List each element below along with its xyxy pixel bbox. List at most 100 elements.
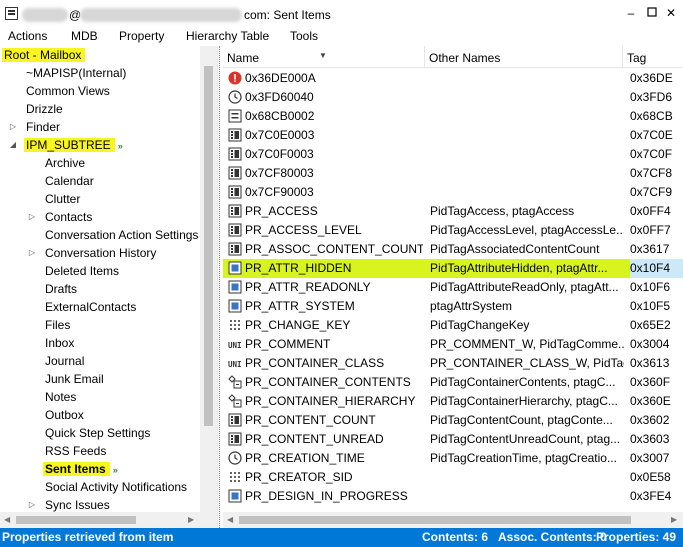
tree-item[interactable]: Sent Items» — [43, 460, 118, 478]
tree-item[interactable]: Contacts — [45, 208, 92, 226]
tree-item-label: Calendar — [45, 174, 94, 188]
cell-other-names: PidTagContainerContents, ptagC... — [430, 375, 616, 389]
tree-item[interactable]: Outbox — [45, 406, 84, 424]
table-row[interactable]: PR_CREATOR_SID 0x0E58 — [223, 468, 683, 487]
tree-item[interactable]: Drafts — [45, 280, 77, 298]
clock-icon — [228, 451, 242, 465]
cell-tag: 0x10F4 — [630, 259, 683, 278]
tree-item[interactable]: Clutter — [45, 190, 80, 208]
tree-item[interactable]: Deleted Items — [45, 262, 119, 280]
table-row[interactable]: 0x7C0F0003 0x7C0F — [223, 145, 683, 164]
sync-icon: » — [117, 141, 123, 151]
tree-root[interactable]: Root - Mailbox — [2, 46, 86, 64]
maximize-icon[interactable] — [645, 6, 659, 20]
list-hscroll-thumb[interactable] — [239, 516, 631, 524]
cell-name: PR_COMMENT — [245, 337, 331, 351]
expand-arrow-closed-icon[interactable]: ▷ — [8, 118, 18, 136]
table-row[interactable]: PR_CONTAINER_CONTENTS PidTagContainerCont… — [223, 373, 683, 392]
table-row[interactable]: PR_ACCESS_LEVEL PidTagAccessLevel, ptagAc… — [223, 221, 683, 240]
table-row[interactable]: 0x7CF80003 0x7CF8 — [223, 164, 683, 183]
tree-item[interactable]: Conversation Action Settings — [45, 226, 198, 244]
tree-item[interactable]: Notes — [45, 388, 76, 406]
tree-vscroll-thumb[interactable] — [204, 66, 213, 426]
cell-name: PR_ACCESS — [245, 204, 318, 218]
list-horizontal-scrollbar[interactable]: ◀ ▶ — [223, 512, 683, 528]
table-row[interactable]: 0x7C0E0003 0x7C0E — [223, 126, 683, 145]
tree-item[interactable]: Archive — [45, 154, 85, 172]
minimize-icon[interactable]: – — [624, 6, 638, 20]
tree-item[interactable]: Social Activity Notifications — [45, 478, 187, 496]
scroll-right-icon[interactable]: ▶ — [188, 515, 194, 524]
binary-dots-icon — [228, 318, 242, 332]
table-row[interactable]: PR_CREATION_TIME PidTagCreationTime, ptag… — [223, 449, 683, 468]
menu-hierarchy-table[interactable]: Hierarchy Table — [186, 29, 269, 43]
table-row[interactable]: 0x68CB0002 0x68CB — [223, 107, 683, 126]
table-row[interactable]: PR_ATTR_HIDDEN PidTagAttributeHidden, pta… — [223, 259, 683, 278]
menu-property[interactable]: Property — [119, 29, 164, 43]
menu-mdb[interactable]: MDB — [71, 29, 98, 43]
cell-name: 0x68CB0002 — [245, 109, 315, 123]
table-row[interactable]: 0x3FD60040 0x3FD6 — [223, 88, 683, 107]
tree-hscroll-thumb[interactable] — [16, 516, 136, 524]
table-row[interactable]: PR_CHANGE_KEY PidTagChangeKey 0x65E2 — [223, 316, 683, 335]
tree-vertical-scrollbar[interactable] — [200, 46, 217, 528]
column-header-other-names[interactable]: Other Names — [425, 46, 623, 68]
error-icon — [228, 71, 242, 85]
title-bar: @ com: Sent Items – ✕ — [0, 0, 683, 28]
table-row[interactable]: PR_ASSOC_CONTENT_COUNT PidTagAssociatedCo… — [223, 240, 683, 259]
cell-other-names: PR_CONTAINER_CLASS_W, PidTag... — [430, 356, 624, 370]
object-icon — [228, 375, 242, 389]
binary-icon — [228, 109, 242, 123]
cell-tag: 0x7C0F — [630, 147, 673, 161]
expand-arrow-closed-icon[interactable]: ▷ — [27, 244, 37, 262]
expand-arrow-closed-icon[interactable]: ▷ — [27, 208, 37, 226]
column-tag-label: Tag — [627, 51, 647, 65]
table-row[interactable]: UNI PR_CONTAINER_CLASS PR_CONTAINER_CLASS_… — [223, 354, 683, 373]
expand-arrow-open-icon[interactable]: ◢ — [8, 136, 18, 154]
tree-item[interactable]: Inbox — [45, 334, 74, 352]
column-header-name[interactable]: ▼ Name — [223, 46, 425, 68]
menu-tools[interactable]: Tools — [290, 29, 318, 43]
menu-actions[interactable]: Actions — [8, 29, 47, 43]
table-row[interactable]: PR_DESIGN_IN_PROGRESS 0x3FE4 — [223, 487, 683, 506]
tree-item[interactable]: Finder — [26, 118, 60, 136]
close-icon[interactable]: ✕ — [664, 6, 678, 20]
table-row[interactable]: PR_ACCESS PidTagAccess, ptagAccess 0x0FF4 — [223, 202, 683, 221]
multi-binary-icon — [228, 432, 242, 446]
cell-name: PR_ATTR_READONLY — [245, 280, 371, 294]
tree-horizontal-scrollbar[interactable]: ◀ ▶ — [0, 512, 200, 528]
table-row[interactable]: 0x36DE000A 0x36DE — [223, 69, 683, 88]
tree-item[interactable]: Common Views — [26, 82, 110, 100]
multi-binary-icon — [228, 223, 242, 237]
list-scroll-left-icon[interactable]: ◀ — [227, 515, 233, 524]
tree-item[interactable]: ExternalContacts — [45, 298, 136, 316]
tree-item[interactable]: Junk Email — [45, 370, 104, 388]
scroll-left-icon[interactable]: ◀ — [4, 515, 10, 524]
table-row[interactable]: 0x7CF90003 0x7CF9 — [223, 183, 683, 202]
tree-item[interactable]: Conversation History — [45, 244, 156, 262]
table-row[interactable]: UNI PR_COMMENT PR_COMMENT_W, PidTagComme..… — [223, 335, 683, 354]
cell-tag: 0x0FF7 — [630, 223, 671, 237]
tree-item-label: Quick Step Settings — [45, 426, 151, 440]
multi-binary-icon — [228, 147, 242, 161]
tree-item[interactable]: IPM_SUBTREE» — [24, 136, 123, 154]
cell-other-names: PidTagAssociatedContentCount — [430, 242, 600, 256]
tree-item[interactable]: RSS Feeds — [45, 442, 106, 460]
tree-item[interactable]: Quick Step Settings — [45, 424, 150, 442]
status-bar: Properties retrieved from item Contents:… — [0, 528, 683, 547]
object-icon — [228, 394, 242, 408]
table-row[interactable]: PR_CONTENT_UNREAD PidTagContentUnreadCoun… — [223, 430, 683, 449]
column-header-tag[interactable]: Tag — [623, 46, 683, 68]
tree-item[interactable]: Drizzle — [26, 100, 63, 118]
tree-item[interactable]: Journal — [45, 352, 84, 370]
tree-item[interactable]: ~MAPISP(Internal) — [26, 64, 126, 82]
list-scroll-right-icon[interactable]: ▶ — [671, 515, 677, 524]
table-row[interactable]: PR_ATTR_READONLY PidTagAttributeReadOnly,… — [223, 278, 683, 297]
tree-item-label: ExternalContacts — [45, 300, 137, 314]
tree-item[interactable]: Calendar — [45, 172, 94, 190]
table-row[interactable]: PR_CONTENT_COUNT PidTagContentCount, ptag… — [223, 411, 683, 430]
table-row[interactable]: PR_CONTAINER_HIERARCHY PidTagContainerHie… — [223, 392, 683, 411]
table-row[interactable]: PR_ATTR_SYSTEM ptagAttrSystem 0x10F5 — [223, 297, 683, 316]
tree-item[interactable]: Files — [45, 316, 70, 334]
cell-name: 0x7CF80003 — [245, 166, 314, 180]
